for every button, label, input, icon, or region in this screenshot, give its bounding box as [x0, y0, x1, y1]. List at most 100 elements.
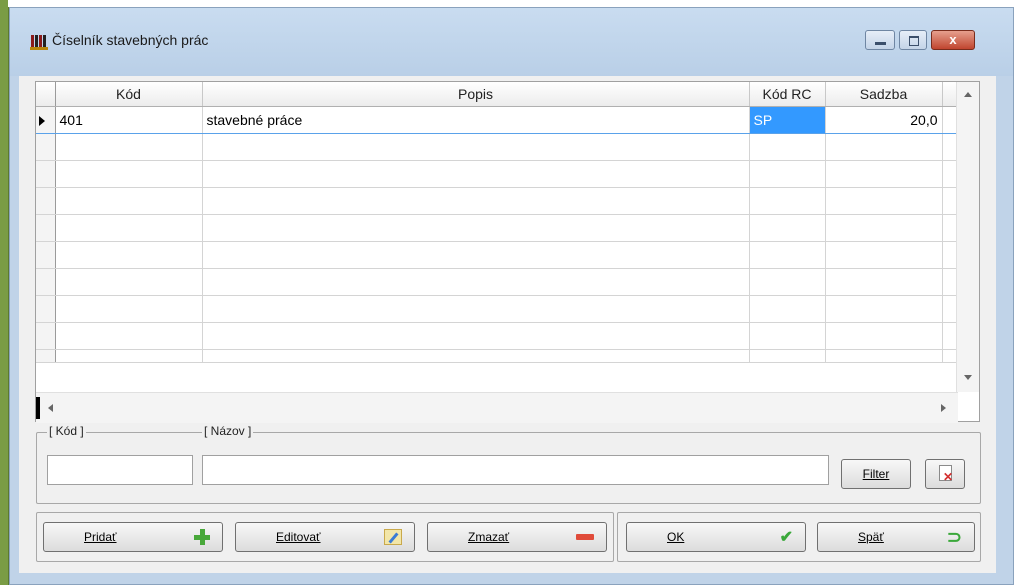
empty-cell [55, 160, 203, 188]
empty-cell [825, 187, 943, 215]
empty-row [36, 187, 959, 215]
ok-button-label: OK [667, 530, 685, 544]
row-indicator [36, 160, 56, 188]
plus-icon [194, 529, 210, 545]
vertical-scrollbar[interactable] [956, 82, 979, 392]
check-icon: ✔ [779, 529, 793, 546]
column-header-kod-rc[interactable]: Kód RC [749, 82, 826, 107]
empty-cell [202, 214, 750, 242]
empty-cell [749, 160, 826, 188]
delete-button-label: Zmazať [468, 530, 510, 544]
scroll-left-icon[interactable] [48, 404, 53, 412]
empty-cell [55, 187, 203, 215]
dialog-actions-group: OK ✔ Späť ⊃ [617, 512, 981, 562]
close-button[interactable]: x [931, 30, 975, 50]
empty-cell [749, 187, 826, 215]
cell-kod[interactable]: 401 [55, 106, 203, 134]
empty-cell [55, 322, 203, 350]
empty-row [36, 349, 959, 363]
ok-button[interactable]: OK ✔ [626, 522, 806, 552]
empty-cell [825, 295, 943, 323]
empty-cell [825, 160, 943, 188]
edit-button[interactable]: Editovať [235, 522, 415, 552]
minimize-icon [875, 42, 886, 45]
empty-cell [749, 349, 826, 363]
clear-filter-icon: ✕ [937, 465, 953, 484]
empty-cell [825, 241, 943, 269]
column-header-sadzba[interactable]: Sadzba [825, 82, 943, 107]
filter-group: [ Kód ] [ Názov ] Filter ✕ [36, 424, 981, 504]
edit-icon [384, 529, 402, 545]
empty-cell [749, 133, 826, 161]
empty-cell [202, 133, 750, 161]
scroll-right-icon[interactable] [941, 404, 946, 412]
empty-cell [202, 241, 750, 269]
empty-cell [825, 349, 943, 363]
column-header-popis[interactable]: Popis [202, 82, 750, 107]
empty-cell [749, 295, 826, 323]
row-pointer-icon [39, 116, 45, 126]
close-icon: x [949, 32, 957, 47]
back-arrow-icon: ⊃ [946, 526, 962, 547]
row-indicator [36, 349, 56, 363]
add-button[interactable]: Pridať [43, 522, 223, 552]
row-indicator [36, 268, 56, 296]
filter-button[interactable]: Filter [841, 459, 911, 489]
cell-sadzba[interactable]: 20,0 [825, 106, 943, 134]
window-title: Číselník stavebných prác [52, 32, 209, 48]
table-row[interactable]: 401 stavebné práce SP 20,0 [36, 106, 959, 134]
empty-cell [55, 133, 203, 161]
clear-filter-button[interactable]: ✕ [925, 459, 965, 489]
empty-cell [55, 268, 203, 296]
nazov-filter-input[interactable] [202, 455, 829, 485]
empty-cell [202, 295, 750, 323]
data-grid[interactable]: Kód Popis Kód RC Sadzba 401 stavebné prá… [35, 81, 980, 423]
minimize-button[interactable] [865, 30, 895, 50]
row-indicator [36, 214, 56, 242]
empty-row [36, 214, 959, 242]
row-indicator [36, 106, 56, 134]
empty-row [36, 295, 959, 323]
empty-cell [825, 322, 943, 350]
empty-cell [202, 268, 750, 296]
header-indicator [36, 82, 56, 107]
dialog-window: Číselník stavebných prác x Kód Popis Kód… [9, 7, 1014, 585]
horizontal-scrollbar[interactable] [36, 392, 958, 423]
row-indicator [36, 322, 56, 350]
empty-row [36, 160, 959, 188]
back-button[interactable]: Späť ⊃ [817, 522, 975, 552]
empty-cell [825, 214, 943, 242]
grid-row-marker [36, 397, 40, 419]
empty-cell [749, 322, 826, 350]
scroll-up-icon[interactable] [964, 92, 972, 97]
empty-cell [749, 241, 826, 269]
empty-cell [202, 187, 750, 215]
empty-row [36, 241, 959, 269]
kod-filter-input[interactable] [47, 455, 193, 485]
empty-cell [825, 133, 943, 161]
nazov-filter-label: [ Názov ] [202, 424, 254, 438]
empty-cell [55, 349, 203, 363]
empty-cell [825, 268, 943, 296]
column-header-kod[interactable]: Kód [55, 82, 203, 107]
cell-kod-rc[interactable]: SP [749, 106, 826, 134]
filter-button-label: Filter [862, 467, 890, 481]
empty-row [36, 268, 959, 296]
cell-popis[interactable]: stavebné práce [202, 106, 750, 134]
background-top [8, 0, 1014, 7]
maximize-icon [909, 36, 919, 46]
empty-cell [55, 295, 203, 323]
maximize-button[interactable] [899, 30, 927, 50]
empty-cell [749, 214, 826, 242]
edit-actions-group: Pridať Editovať Zmazať [36, 512, 614, 562]
empty-cell [202, 160, 750, 188]
scroll-down-icon[interactable] [964, 375, 972, 380]
add-button-label: Pridať [84, 530, 117, 544]
empty-cell [202, 349, 750, 363]
grid-header-row: Kód Popis Kód RC Sadzba [36, 82, 959, 107]
delete-button[interactable]: Zmazať [427, 522, 607, 552]
background-strip [0, 0, 9, 585]
edit-button-label: Editovať [276, 530, 321, 544]
empty-cell [55, 241, 203, 269]
row-indicator [36, 241, 56, 269]
